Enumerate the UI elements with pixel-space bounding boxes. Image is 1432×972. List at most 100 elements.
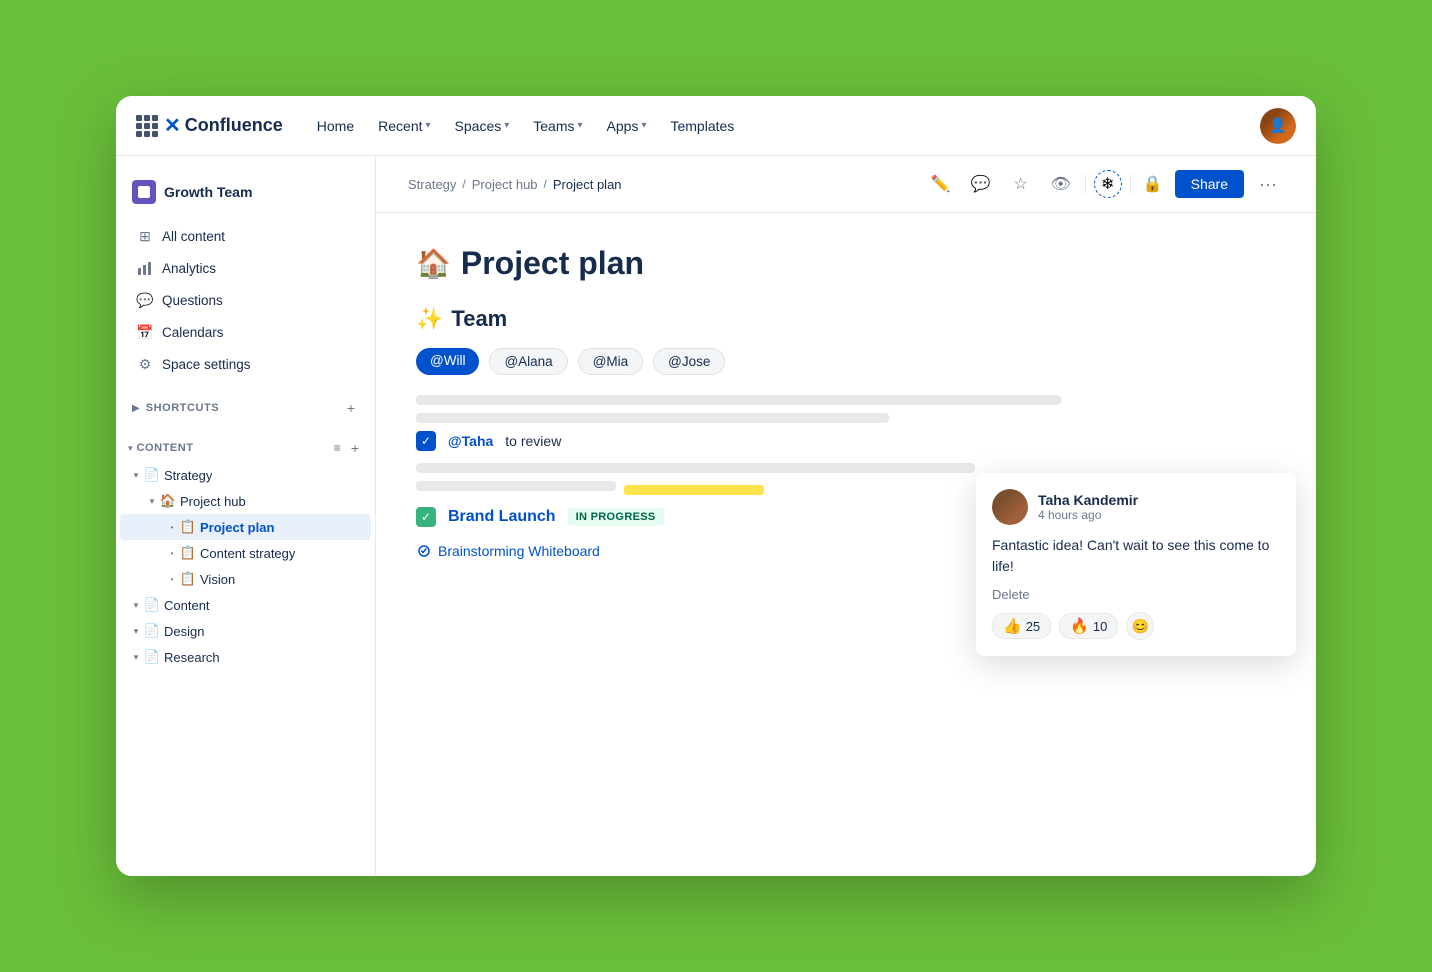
tree-item-content-strategy[interactable]: • 📋 Content strategy [120, 540, 371, 566]
nav-templates[interactable]: Templates [660, 112, 744, 140]
shortcuts-add-icon[interactable]: + [343, 398, 359, 418]
spaces-chevron-icon: ▾ [504, 120, 509, 131]
team-tag-will[interactable]: @Will [416, 348, 479, 375]
task-checkbox[interactable]: ✓ [416, 431, 436, 451]
content-strategy-icon: 📋 [180, 545, 196, 561]
nav-home[interactable]: Home [307, 112, 364, 140]
placeholder-line-4 [416, 481, 616, 491]
sidebar-item-analytics[interactable]: Analytics [120, 252, 371, 284]
sidebar: Growth Team ⊞ All content Analytics 💬 [116, 156, 376, 876]
placeholder-line-1 [416, 395, 1061, 405]
breadcrumb: Strategy / Project hub / Project plan [408, 177, 622, 192]
breadcrumb-project-hub[interactable]: Project hub [472, 177, 538, 192]
research-chevron-icon: ▾ [128, 649, 144, 665]
thumbsup-count: 25 [1026, 619, 1040, 634]
reaction-fire[interactable]: 🔥 10 [1059, 613, 1118, 639]
comment-meta: Taha Kandemir 4 hours ago [1038, 492, 1138, 522]
tree-item-strategy[interactable]: ▾ 📄 Strategy [120, 462, 371, 488]
reaction-add-button[interactable]: 😊 [1126, 612, 1154, 640]
thumbsup-emoji: 👍 [1003, 617, 1022, 635]
apps-chevron-icon: ▾ [641, 120, 646, 131]
analytics-icon [136, 259, 154, 277]
teams-chevron-icon: ▾ [578, 120, 583, 131]
breadcrumb-bar: Strategy / Project hub / Project plan ✏️… [376, 156, 1316, 213]
commenter-avatar [992, 489, 1028, 525]
strategy-page-icon: 📄 [144, 467, 160, 483]
filter-icon[interactable]: ≡ [334, 441, 341, 455]
lock-icon[interactable]: 🔒 [1139, 170, 1167, 198]
team-tag-mia[interactable]: @Mia [578, 348, 643, 375]
fire-emoji: 🔥 [1070, 617, 1089, 635]
tree-item-research[interactable]: ▾ 📄 Research [120, 644, 371, 670]
team-tag-jose[interactable]: @Jose [653, 348, 725, 375]
content-chevron-icon: ▾ [128, 443, 133, 454]
tree-item-project-hub[interactable]: ▾ 🏠 Project hub [120, 488, 371, 514]
breadcrumb-strategy[interactable]: Strategy [408, 177, 456, 192]
design-page-icon: 📄 [144, 623, 160, 639]
sidebar-item-all-content[interactable]: ⊞ All content [120, 220, 371, 252]
project-plan-dot-icon: • [164, 519, 180, 535]
vision-dot-icon: • [164, 571, 180, 587]
breadcrumb-actions: ✏️ 💬 ☆ 👁 ❄ 🔒 Share ··· [925, 168, 1284, 200]
nav-spaces[interactable]: Spaces ▾ [445, 112, 520, 140]
team-tags: @Will @Alana @Mia @Jose [416, 348, 1276, 375]
content-label: CONTENT [137, 442, 194, 454]
brand-launch-checkbox[interactable]: ✓ [416, 507, 436, 527]
more-options-icon[interactable]: ··· [1252, 168, 1284, 200]
confluence-x-icon: ✕ [164, 113, 181, 138]
breadcrumb-sep-1: / [462, 177, 465, 191]
settings-icon: ⚙ [136, 355, 154, 373]
tree-item-vision[interactable]: • 📋 Vision [120, 566, 371, 592]
edit-icon[interactable]: ✏️ [925, 168, 957, 200]
comment-delete-button[interactable]: Delete [992, 587, 1280, 602]
comment-popup: Taha Kandemir 4 hours ago Fantastic idea… [976, 473, 1296, 656]
sidebar-item-calendars[interactable]: 📅 Calendars [120, 316, 371, 348]
sidebar-item-questions[interactable]: 💬 Questions [120, 284, 371, 316]
content-page-icon: 📄 [144, 597, 160, 613]
reaction-thumbsup[interactable]: 👍 25 [992, 613, 1051, 639]
team-tag-alana[interactable]: @Alana [489, 348, 567, 375]
sidebar-item-space-settings[interactable]: ⚙ Space settings [120, 348, 371, 380]
confluence-logo[interactable]: ✕ Confluence [164, 113, 283, 138]
comment-icon[interactable]: 💬 [965, 168, 997, 200]
share-button[interactable]: Share [1175, 170, 1244, 198]
commenter-avatar-image [992, 489, 1028, 525]
nav-recent[interactable]: Recent ▾ [368, 112, 440, 140]
tree-item-content[interactable]: ▾ 📄 Content [120, 592, 371, 618]
tree-item-project-plan[interactable]: • 📋 Project plan [120, 514, 371, 540]
research-page-icon: 📄 [144, 649, 160, 665]
view-icon[interactable]: 👁 [1045, 168, 1077, 200]
content-header: ▾ CONTENT ≡ + [116, 436, 375, 460]
content-area: Strategy / Project hub / Project plan ✏️… [376, 156, 1316, 876]
content-toggle[interactable]: ▾ CONTENT [128, 442, 194, 454]
page-content: 🏠 Project plan ✨ Team @Will @Alana @Mia … [376, 213, 1316, 876]
top-nav: ✕ Confluence Home Recent ▾ Spaces ▾ Team… [116, 96, 1316, 156]
nav-apps[interactable]: Apps ▾ [597, 112, 657, 140]
content-section: ▾ CONTENT ≡ + ▾ 📄 Strategy ▾ [116, 436, 375, 670]
confluence-name: Confluence [185, 115, 283, 136]
project-plan-icon: 📋 [180, 519, 196, 535]
snowflake-icon[interactable]: ❄ [1094, 170, 1122, 198]
content-strategy-dot-icon: • [164, 545, 180, 561]
shortcuts-toggle[interactable]: ▶ SHORTCUTS [132, 402, 219, 414]
breadcrumb-current: Project plan [553, 177, 622, 192]
highlight-bar [624, 485, 764, 495]
project-hub-icon: 🏠 [160, 493, 176, 509]
comment-time: 4 hours ago [1038, 508, 1138, 522]
nav-teams[interactable]: Teams ▾ [523, 112, 592, 140]
grid-icon[interactable] [136, 115, 158, 137]
shortcuts-header: ▶ SHORTCUTS + [120, 392, 371, 424]
grid-icon: ⊞ [136, 227, 154, 245]
placeholder-line-3 [416, 463, 975, 473]
main-layout: Growth Team ⊞ All content Analytics 💬 [116, 156, 1316, 876]
nav-right: 👤 [1260, 108, 1296, 144]
task-text: to review [505, 433, 561, 449]
space-header[interactable]: Growth Team [116, 172, 375, 212]
user-avatar[interactable]: 👤 [1260, 108, 1296, 144]
brand-launch-title: Brand Launch [448, 508, 556, 526]
star-icon[interactable]: ☆ [1005, 168, 1037, 200]
vision-icon: 📋 [180, 571, 196, 587]
tree-item-design[interactable]: ▾ 📄 Design [120, 618, 371, 644]
content-add-icon[interactable]: + [347, 438, 363, 458]
task-mention[interactable]: @Taha [448, 433, 493, 449]
